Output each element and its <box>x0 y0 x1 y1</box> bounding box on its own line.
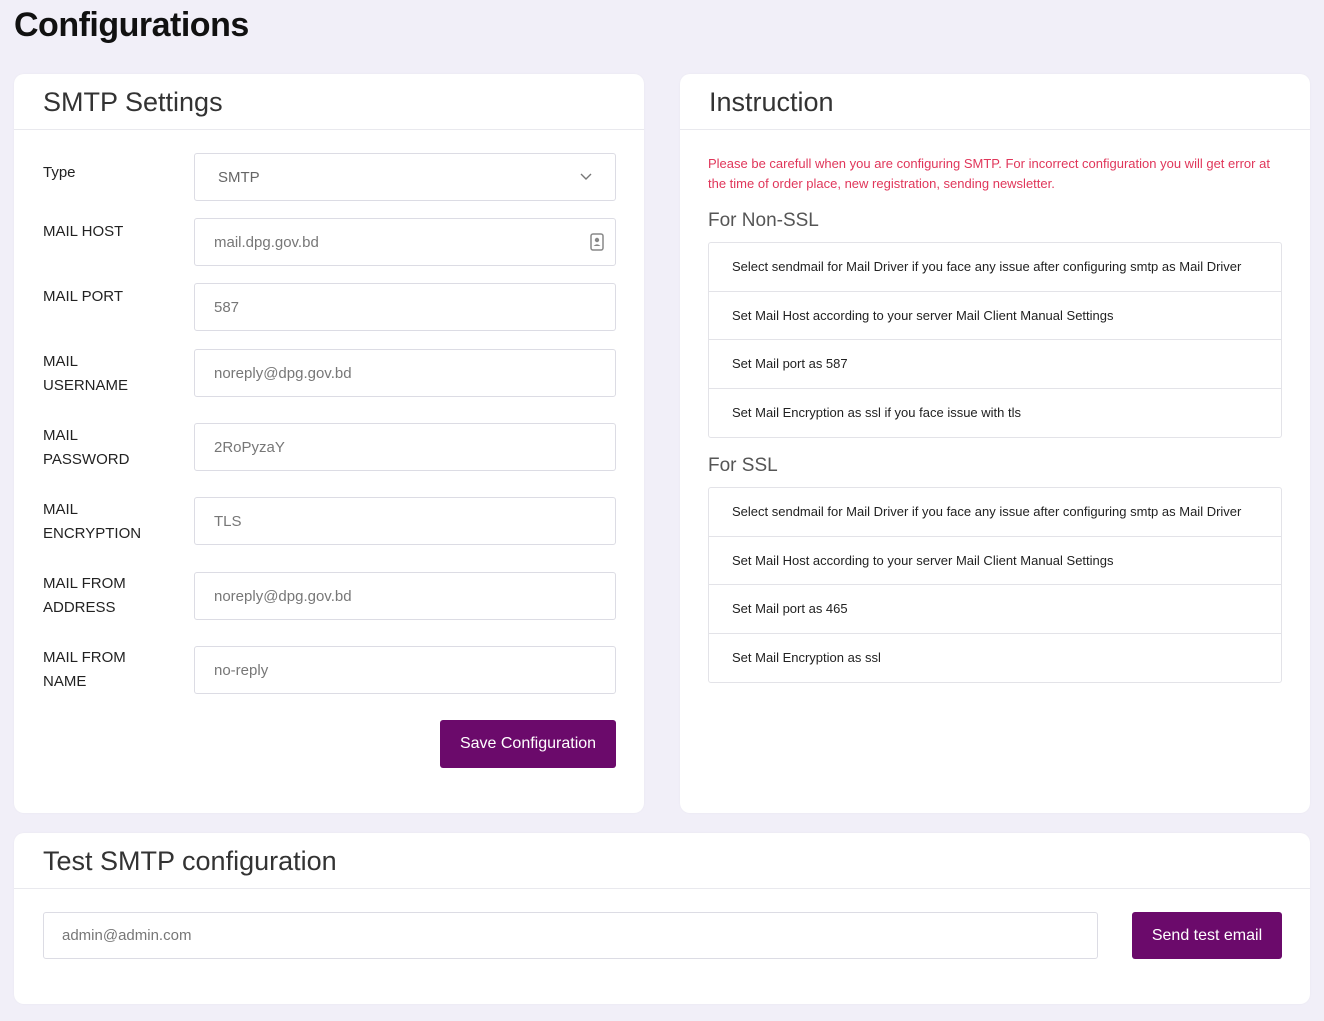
smtp-settings-card: SMTP Settings Type SMTP MAIL HOST mail.d… <box>14 74 644 813</box>
contact-card-icon[interactable] <box>589 233 605 251</box>
mail-from-name-value: no-reply <box>214 661 269 679</box>
list-item: Select sendmail for Mail Driver if you f… <box>709 488 1281 537</box>
warning-text: Please be carefull when you are configur… <box>708 156 1270 191</box>
list-item: Set Mail Encryption as ssl if you face i… <box>732 405 1022 421</box>
chevron-down-icon <box>580 173 592 180</box>
list-item: Set Mail Host according to your server M… <box>709 537 1281 585</box>
type-label: Type <box>43 164 76 181</box>
mail-host-input[interactable]: mail.dpg.gov.bd <box>194 218 616 266</box>
mail-port-label: MAIL PORT <box>43 288 124 305</box>
page-title: Configurations <box>14 6 249 44</box>
mail-from-address-input[interactable]: noreply@dpg.gov.bd <box>194 572 616 620</box>
list-item: Set Mail Encryption as ssl <box>732 650 881 666</box>
mail-from-name-label: MAIL FROM NAME <box>43 649 126 690</box>
test-smtp-header: Test SMTP configuration <box>14 833 1310 889</box>
list-item: Set Mail port as 587 <box>709 340 1281 389</box>
ssl-list: Select sendmail for Mail Driver if you f… <box>708 487 1282 683</box>
list-item: Set Mail Host according to your server M… <box>709 292 1281 340</box>
mail-encryption-input[interactable]: TLS <box>194 497 616 545</box>
mail-port-value: 587 <box>214 298 240 316</box>
non-ssl-list: Select sendmail for Mail Driver if you f… <box>708 242 1282 438</box>
mail-username-value: noreply@dpg.gov.bd <box>214 364 352 382</box>
mail-username-label: MAIL USERNAME <box>43 353 129 394</box>
mail-host-value: mail.dpg.gov.bd <box>214 233 319 251</box>
mail-from-address-value: noreply@dpg.gov.bd <box>214 587 352 605</box>
mail-from-address-label: MAIL FROM ADDRESS <box>43 575 126 616</box>
ssl-title: For SSL <box>708 455 778 476</box>
test-email-input[interactable]: admin@admin.com <box>43 912 1098 959</box>
non-ssl-title: For Non-SSL <box>708 210 819 231</box>
list-item: Select sendmail for Mail Driver if you f… <box>709 243 1281 292</box>
mail-username-input[interactable]: noreply@dpg.gov.bd <box>194 349 616 397</box>
mail-host-label: MAIL HOST <box>43 223 124 240</box>
mail-from-name-input[interactable]: no-reply <box>194 646 616 694</box>
mail-encryption-value: TLS <box>214 512 242 530</box>
type-select[interactable]: SMTP <box>194 153 616 201</box>
mail-encryption-label: MAIL ENCRYPTION <box>43 501 142 542</box>
save-configuration-button[interactable]: Save Configuration <box>440 720 616 768</box>
smtp-settings-header: SMTP Settings <box>14 74 644 130</box>
mail-password-value: 2RoPyzaY <box>214 438 285 456</box>
list-item: Set Mail port as 465 <box>709 585 1281 634</box>
send-test-email-button[interactable]: Send test email <box>1132 912 1282 959</box>
test-email-value: admin@admin.com <box>62 927 192 944</box>
instruction-card: Instruction Please be carefull when you … <box>680 74 1310 813</box>
type-select-value: SMTP <box>218 168 260 186</box>
instruction-header: Instruction <box>680 74 1310 130</box>
test-smtp-card: Test SMTP configuration admin@admin.com … <box>14 833 1310 1004</box>
mail-password-label: MAIL PASSWORD <box>43 427 130 468</box>
mail-port-input[interactable]: 587 <box>194 283 616 331</box>
mail-password-input[interactable]: 2RoPyzaY <box>194 423 616 471</box>
